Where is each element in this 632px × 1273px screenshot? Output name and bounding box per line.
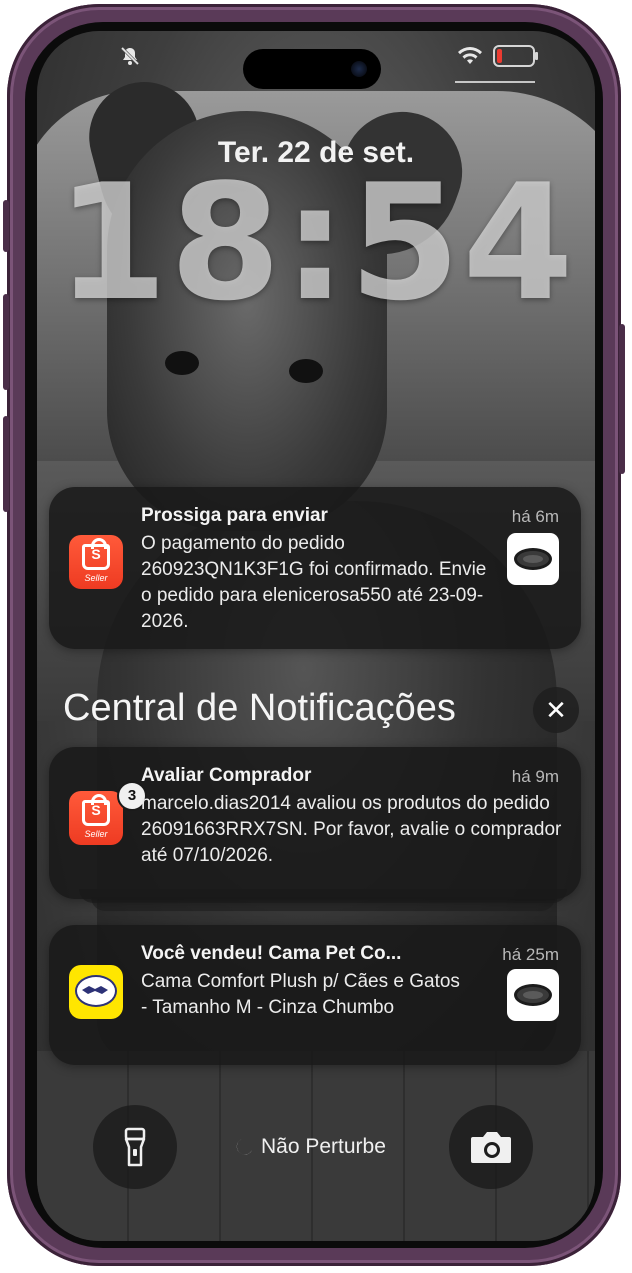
notification-shopee-ship[interactable]: S Seller Prossiga para enviar há 6m O pa…	[49, 487, 581, 649]
wifi-icon	[458, 47, 482, 64]
notification-body: marcelo.dias2014 avaliou os produtos do …	[141, 793, 562, 866]
notification-title: Avaliar Comprador	[141, 765, 312, 786]
notification-body: O pagamento do pedido 260923QN1K3F1G foi…	[141, 533, 487, 632]
close-notifications-button[interactable]: ✕	[533, 687, 579, 733]
camera-icon	[471, 1132, 511, 1163]
shopee-logo-letter: S	[91, 546, 101, 562]
flashlight-icon	[124, 1127, 146, 1167]
notification-time: há 9m	[511, 767, 559, 786]
lock-screen: Ter. 22 de set. 18:54 S Seller Prossiga …	[37, 31, 595, 1241]
shopee-logo-letter: S	[91, 802, 101, 818]
wallpaper-dog-eye	[289, 359, 323, 383]
lock-time: 18:54	[56, 149, 576, 336]
notification-time: há 6m	[511, 507, 559, 526]
dynamic-island	[243, 49, 381, 89]
status-underline	[455, 81, 535, 83]
moon-icon	[236, 1139, 252, 1155]
handshake-icon	[82, 986, 108, 994]
battery-low-icon	[493, 45, 538, 67]
notification-center-title: Central de Notificações	[63, 687, 456, 729]
notification-body: Cama Comfort Plush p/ Cães e Gatos - Tam…	[141, 971, 460, 1018]
do-not-disturb-label: Não Perturbe	[261, 1135, 386, 1158]
bell-slash-icon	[119, 45, 141, 73]
notification-title: Prossiga para enviar	[141, 505, 328, 526]
flashlight-button[interactable]	[93, 1105, 177, 1189]
volume-up-button	[3, 294, 9, 390]
shopee-seller-app-icon: S Seller	[69, 791, 123, 845]
shopee-seller-app-icon: S Seller	[69, 535, 123, 589]
status-indicators	[457, 45, 538, 67]
notification-mercadolivre-sale[interactable]: Você vendeu! Cama Pet Co... há 25m Cama …	[49, 925, 581, 1065]
action-button	[3, 200, 9, 252]
pet-bed-thumbnail	[507, 969, 559, 1021]
do-not-disturb-indicator[interactable]: Não Perturbe	[233, 1135, 386, 1159]
front-camera	[351, 61, 367, 77]
volume-down-button	[3, 416, 9, 512]
shopee-seller-label: Seller	[84, 573, 108, 583]
notification-stack-layer	[91, 897, 555, 911]
notification-shopee-rate[interactable]: S Seller 3 Avaliar Comprador há 9m marce…	[49, 747, 581, 899]
wallpaper-dog-eye	[165, 351, 199, 375]
mercado-livre-app-icon	[69, 965, 123, 1019]
notification-time: há 25m	[502, 945, 559, 964]
camera-button[interactable]	[449, 1105, 533, 1189]
power-button	[619, 324, 625, 474]
pet-bed-thumbnail	[507, 533, 559, 585]
notification-title: Você vendeu! Cama Pet Co...	[141, 943, 402, 964]
shopee-seller-label: Seller	[84, 829, 108, 839]
